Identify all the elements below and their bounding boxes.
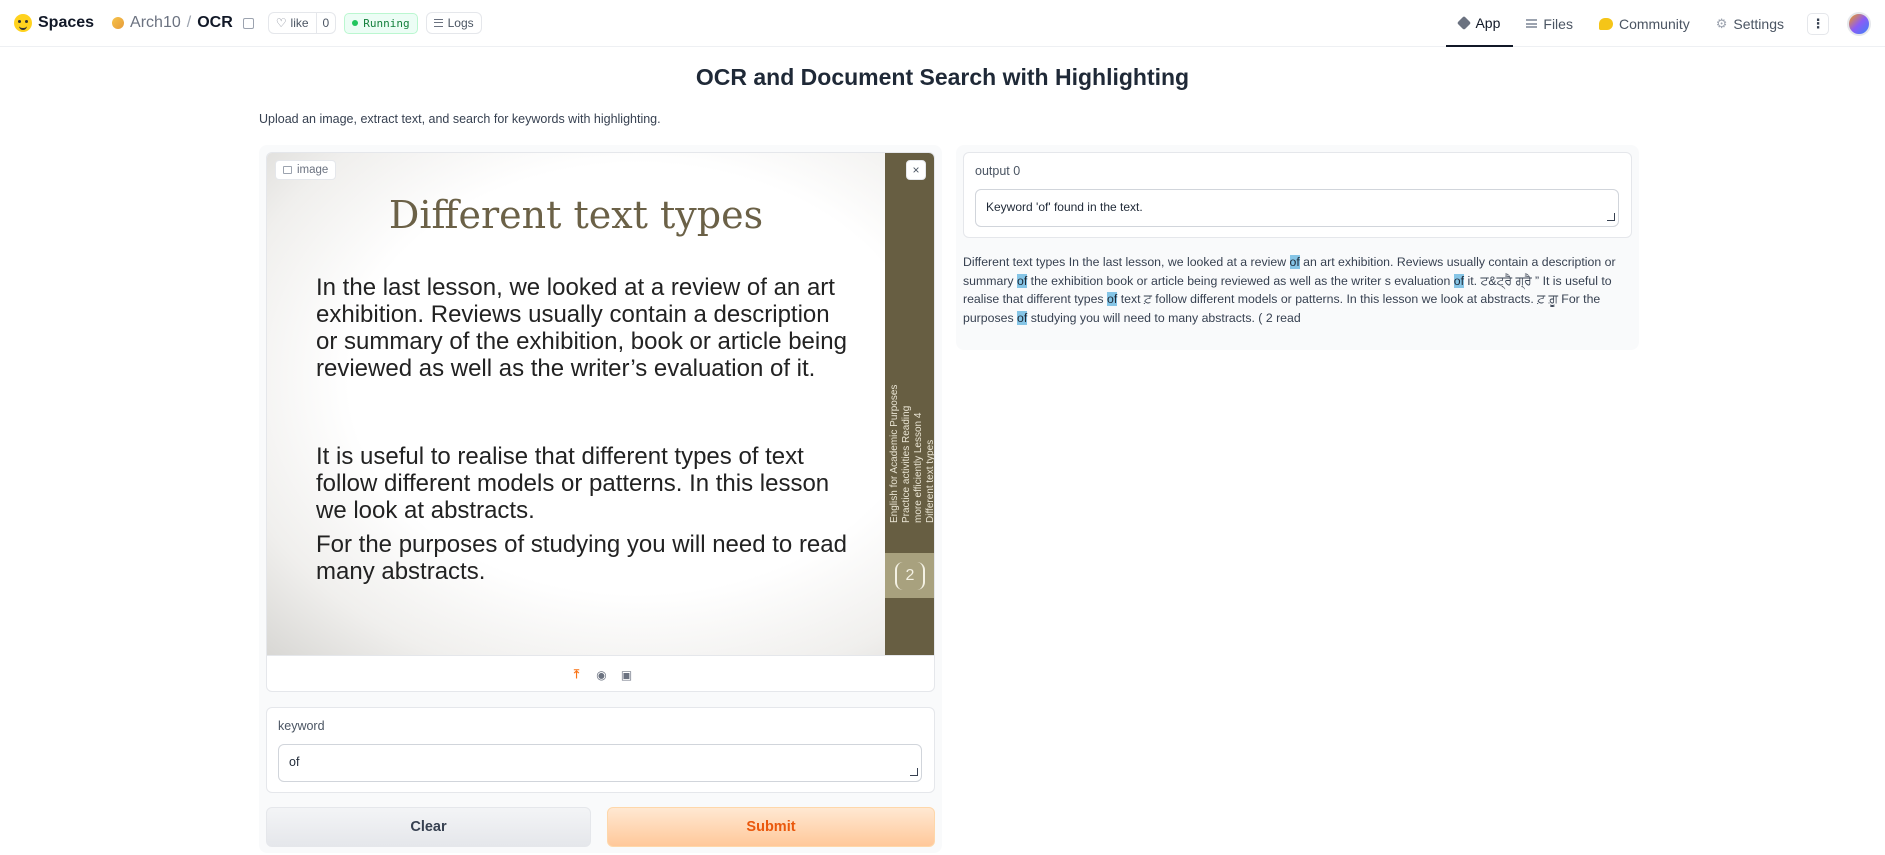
image-label-badge: image (275, 160, 337, 180)
output-textbox[interactable]: Keyword 'of' found in the text. (975, 189, 1619, 227)
huggingface-logo-icon (14, 14, 32, 32)
gear-icon: ⚙ (1715, 15, 1728, 31)
keyword-highlight: of (1289, 255, 1300, 269)
status-badge: Running (344, 12, 418, 34)
output-field-block: output 0 Keyword 'of' found in the text. (963, 152, 1632, 238)
resize-handle-icon[interactable] (910, 768, 918, 776)
webcam-icon[interactable]: ◉ (594, 667, 609, 682)
breadcrumb: Arch10 / OCR (112, 14, 254, 32)
image-icon (283, 166, 292, 174)
text-segment: Different text types In the last lesson,… (963, 255, 1290, 269)
slide-paragraph-3: For the purposes of studying you will ne… (316, 531, 847, 585)
repo-link[interactable]: OCR (197, 14, 233, 32)
app-cube-icon (1457, 15, 1472, 30)
text-segment: studying you will need to many abstracts… (1027, 310, 1301, 325)
page-title: OCR and Document Search with Highlightin… (695, 64, 1190, 90)
upload-icon[interactable]: ⤒ (569, 667, 584, 682)
top-navigation-bar: Spaces Arch10 / OCR ♡ like 0 Running Logs… (0, 0, 1885, 47)
clipboard-icon[interactable]: ▣ (619, 667, 634, 682)
breadcrumb-separator: / (186, 14, 192, 31)
clear-image-button[interactable]: × (906, 160, 926, 180)
slide-paragraph-2: It is useful to realise that different t… (316, 443, 830, 524)
tab-app-label: App (1475, 14, 1501, 31)
keyword-label: keyword (278, 719, 325, 733)
copy-icon[interactable] (242, 17, 254, 29)
tab-community-label: Community (1618, 15, 1690, 32)
tab-settings-label: Settings (1733, 15, 1784, 32)
logs-button[interactable]: Logs (425, 12, 482, 34)
keyword-highlight: of (1016, 273, 1028, 288)
tab-settings[interactable]: ⚙ Settings (1703, 0, 1797, 47)
owner-avatar-icon (112, 17, 125, 29)
keyword-highlight: of (1453, 273, 1465, 288)
image-label: image (297, 164, 329, 176)
highlighted-text-output: Different text types In the last lesson,… (963, 253, 1632, 327)
owner-link[interactable]: Arch10 (130, 14, 181, 32)
brand-label: Spaces (38, 14, 95, 31)
like-count: 0 (315, 13, 336, 33)
keyword-highlight: of (1017, 310, 1028, 325)
text-segment: the exhibition book or article being rev… (1027, 273, 1454, 288)
output-label: output 0 (975, 164, 1021, 178)
clear-button[interactable]: Clear (266, 807, 591, 847)
tab-community[interactable]: Community (1586, 0, 1703, 47)
output-panel: output 0 Keyword 'of' found in the text.… (956, 145, 1639, 350)
tab-app[interactable]: App (1446, 0, 1514, 47)
slide-paragraph-1: In the last lesson, we looked at a revie… (316, 274, 847, 382)
slide-title: Different text types (388, 193, 764, 237)
space-tabs: App Files Community ⚙ Settings ⋮ (1446, 0, 1871, 47)
slide-page-number-box: 2 (885, 553, 934, 598)
page-description: Upload an image, extract text, and searc… (259, 112, 661, 126)
tab-files-label: Files (1543, 15, 1573, 32)
status-dot-icon (352, 20, 359, 26)
keyword-highlight: of (1107, 292, 1118, 306)
logs-icon (433, 19, 443, 27)
submit-button[interactable]: Submit (607, 807, 935, 847)
uploaded-slide-image: Different text types In the last lesson,… (267, 153, 885, 655)
like-label: like (290, 16, 309, 30)
heart-icon: ♡ (275, 16, 287, 30)
image-input[interactable]: image Different text types In the last l… (266, 152, 935, 692)
more-options-button[interactable]: ⋮ (1807, 12, 1829, 35)
status-label: Running (363, 16, 410, 30)
keyword-field-block: keyword of (266, 707, 935, 793)
image-source-toolbar: ⤒ ◉ ▣ (267, 655, 934, 691)
slide-page-number: 2 (894, 561, 926, 590)
input-panel: image Different text types In the last l… (259, 145, 942, 853)
keyword-input[interactable]: of (278, 744, 922, 782)
user-avatar[interactable] (1847, 11, 1871, 36)
tab-files[interactable]: Files (1513, 0, 1586, 47)
like-button[interactable]: ♡ like 0 (267, 12, 337, 34)
spaces-brand[interactable]: Spaces (14, 14, 94, 32)
resize-handle-icon[interactable] (1607, 213, 1615, 221)
files-icon (1526, 19, 1538, 28)
logs-label: Logs (447, 16, 474, 30)
community-icon (1598, 17, 1613, 30)
slide-band-text: English for Academic Purposes Practice a… (889, 384, 935, 523)
